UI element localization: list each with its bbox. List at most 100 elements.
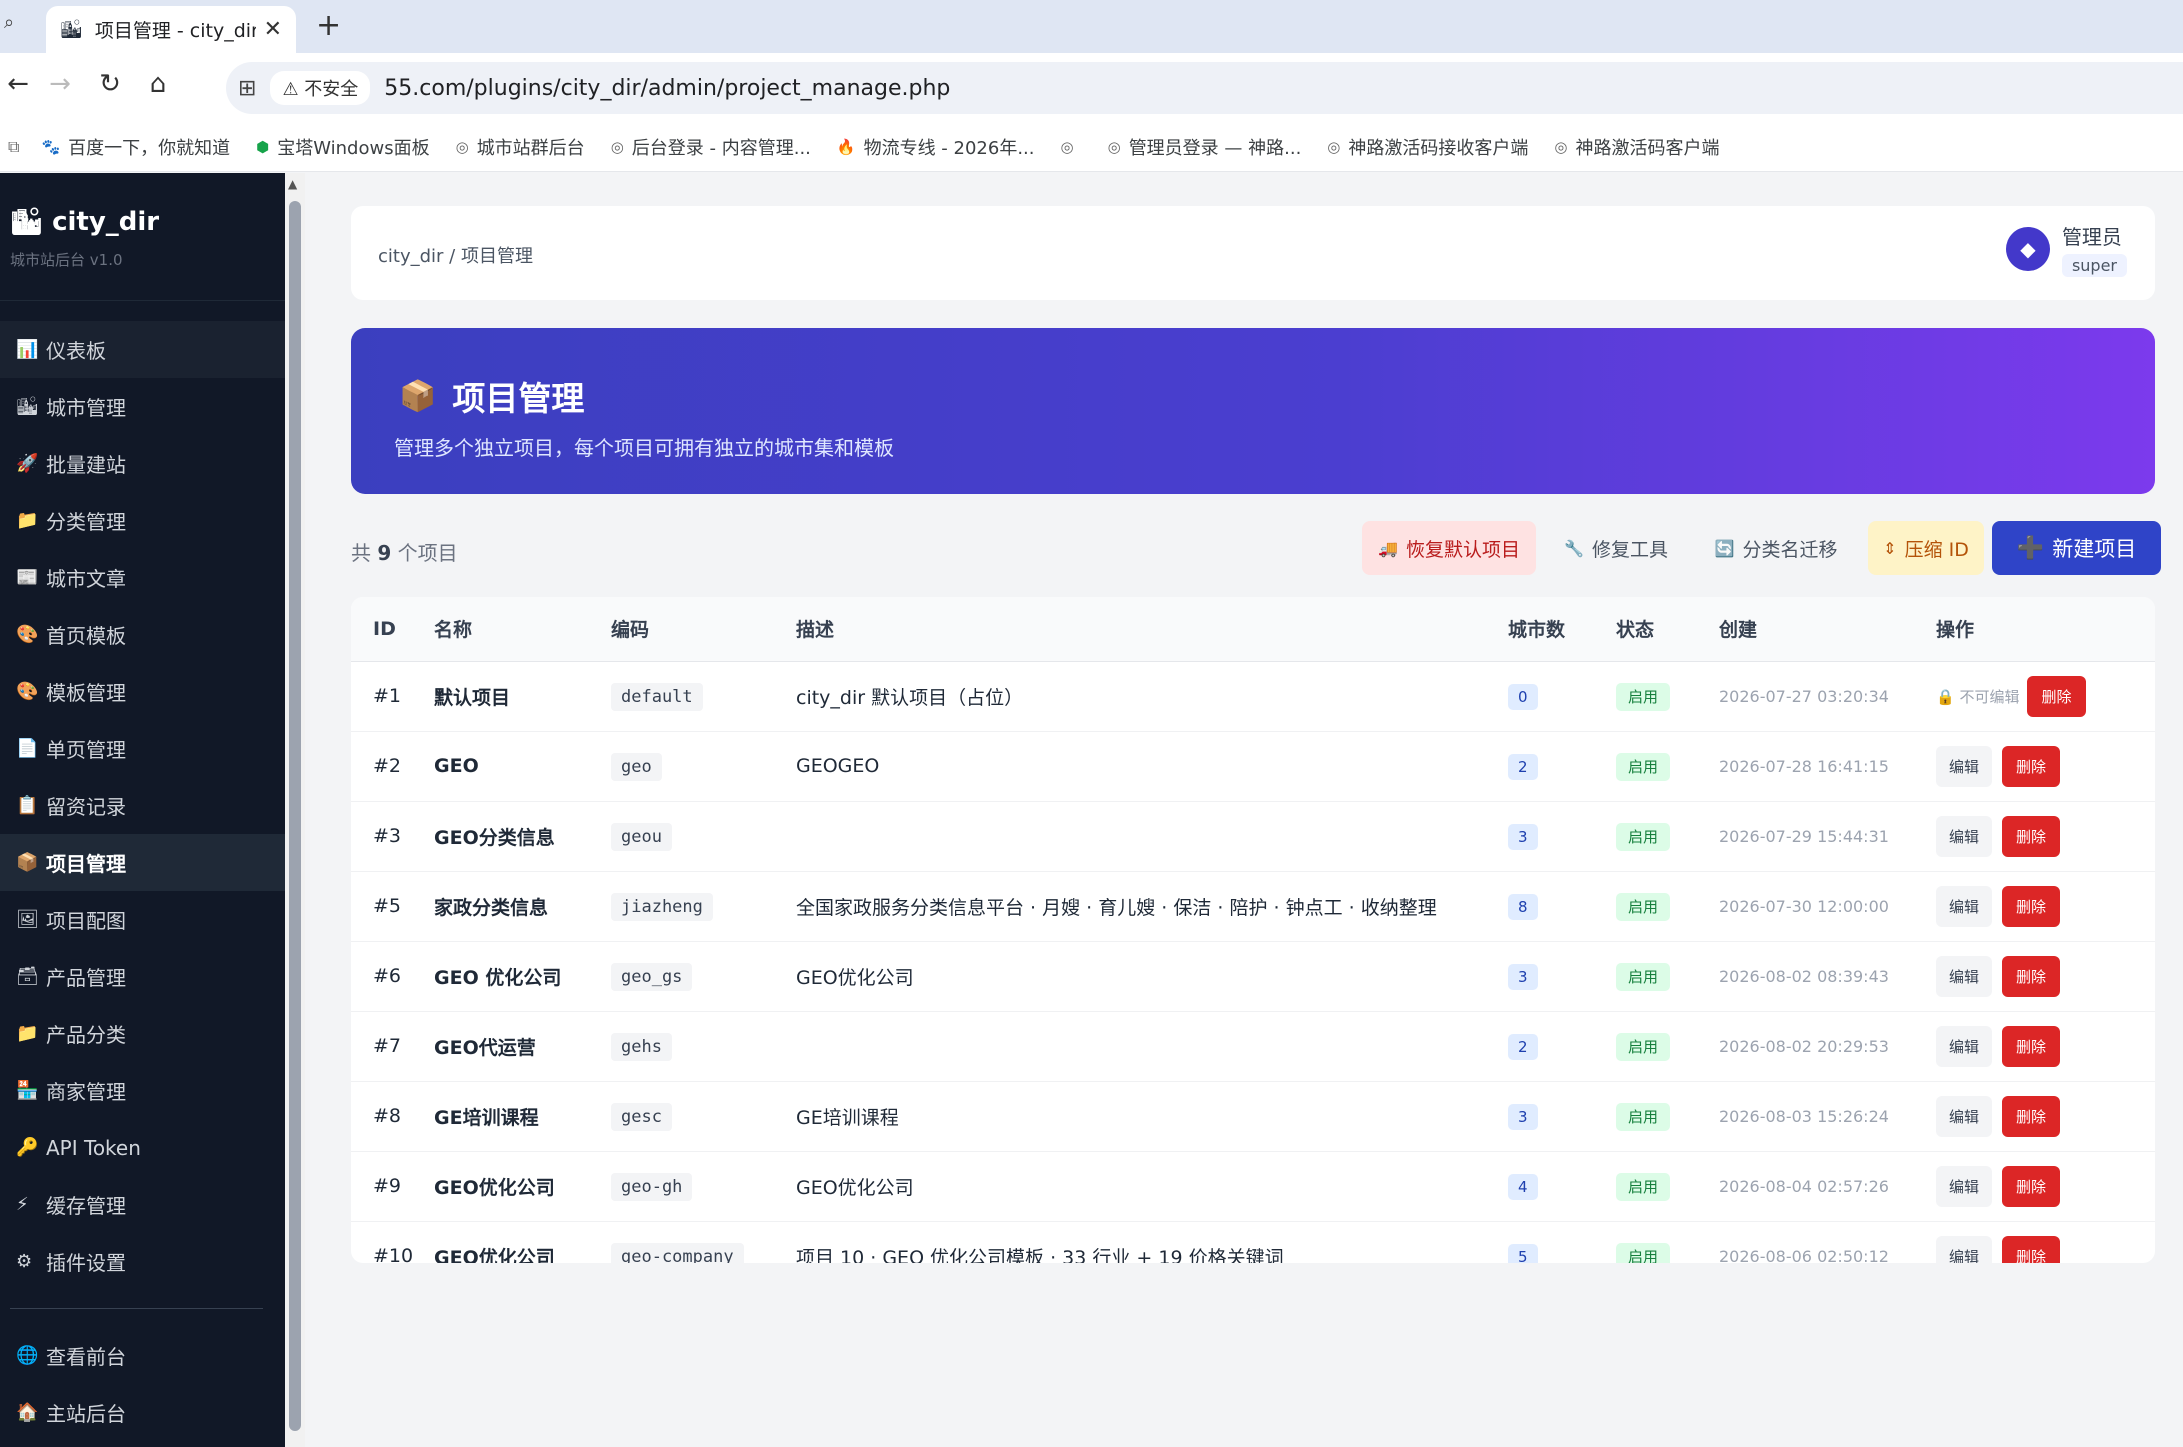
sidebar-item-home-template[interactable]: 🎨 首页模板 xyxy=(0,606,285,663)
insecure-label: 不安全 xyxy=(304,79,359,100)
edit-button[interactable]: 编辑 xyxy=(1936,1095,1993,1137)
cell-name: 默认项目 xyxy=(434,661,611,732)
bookmark-item[interactable]: 🔥 物流专线 - 2026年... xyxy=(837,134,1035,160)
cell-code: jiazheng xyxy=(611,893,713,921)
tab-search-icon[interactable]: ⌕ xyxy=(4,12,28,36)
sidebar-item-leads[interactable]: 📋 留资记录 xyxy=(0,777,285,834)
gear-icon: ⚙ xyxy=(16,1251,33,1272)
delete-button[interactable]: 删除 xyxy=(2002,745,2061,787)
globe-icon: ◎ xyxy=(1107,137,1121,156)
sidebar-item-templates[interactable]: 🎨 模板管理 xyxy=(0,663,285,720)
edit-button[interactable]: 编辑 xyxy=(1936,815,1993,857)
edit-button[interactable]: 编辑 xyxy=(1936,885,1993,927)
fix-tools-button[interactable]: 🔧 修复工具 xyxy=(1548,521,1684,575)
table-row: #7 GEO代运营 gehs 2 启用 2026-08-02 20:29:53 编辑 删除 xyxy=(351,1011,2155,1082)
delete-button[interactable]: 删除 xyxy=(2002,1095,2061,1137)
sidebar-item-cities[interactable]: 🏙 城市管理 xyxy=(0,378,285,435)
sidebar-item-dashboard[interactable]: 📊 仪表板 xyxy=(0,321,285,378)
sidebar-item-cache[interactable]: ⚡ 缓存管理 xyxy=(0,1176,285,1233)
sidebar-scrollbar[interactable]: ▲ xyxy=(285,173,305,1447)
sidebar-item-settings[interactable]: ⚙ 插件设置 xyxy=(0,1233,285,1290)
cell-created: 2026-07-30 12:00:00 xyxy=(1719,897,1889,916)
new-tab-icon[interactable]: + xyxy=(316,8,341,43)
restore-default-button[interactable]: 🚚 恢复默认项目 xyxy=(1362,521,1536,575)
avatar: ◆ xyxy=(2005,227,2050,271)
column-header: 描述 xyxy=(796,597,1508,662)
sidebar-item-articles[interactable]: 📰 城市文章 xyxy=(0,549,285,606)
cell-id: #3 xyxy=(351,801,434,872)
edit-button[interactable]: 编辑 xyxy=(1936,1235,1993,1263)
browser-tab[interactable]: 🏙 项目管理 - city_dir ✕ xyxy=(46,6,296,53)
compress-id-button[interactable]: ⇕ 压缩 ID xyxy=(1868,521,1984,575)
sidebar-item-project-images[interactable]: 🖼 项目配图 xyxy=(0,891,285,948)
scroll-up-icon[interactable]: ▲ xyxy=(288,177,297,191)
breadcrumb: city_dir / 项目管理 xyxy=(378,246,533,267)
bookmark-item[interactable]: ◎ 城市站群后台 xyxy=(456,134,585,160)
tab-groups-icon[interactable]: ⧉ xyxy=(8,137,19,157)
edit-button[interactable]: 编辑 xyxy=(1936,955,1993,997)
edit-button[interactable]: 编辑 xyxy=(1936,1165,1993,1207)
cell-code: geo xyxy=(611,753,662,781)
edit-button[interactable]: 编辑 xyxy=(1936,745,1993,787)
main-content: city_dir / 项目管理 ◆ 管理员 super 📦 项目管理 管理多个独立… xyxy=(305,173,2183,1447)
bookmark-item[interactable]: ◎ 后台登录 - 内容管理... xyxy=(611,134,811,160)
edit-button[interactable]: 编辑 xyxy=(1936,1025,1993,1067)
sidebar-item-api-token[interactable]: 🔑 API Token xyxy=(0,1119,285,1176)
cell-name: GE培训课程 xyxy=(434,1081,611,1152)
bookmark-item[interactable]: ⬢ 宝塔Windows面板 xyxy=(256,134,429,160)
cell-id: #1 xyxy=(351,661,434,732)
status-badge: 启用 xyxy=(1616,1033,1671,1061)
cell-code: gehs xyxy=(611,1033,672,1061)
city-count-badge: 0 xyxy=(1508,684,1538,710)
url-text[interactable]: 55.com/plugins/city_dir/admin/project_ma… xyxy=(384,76,950,101)
cell-description: GEO优化公司 xyxy=(796,1151,1508,1222)
admin-profile[interactable]: ◆ 管理员 super xyxy=(2005,221,2127,277)
home-icon[interactable]: ⌂ xyxy=(140,69,176,99)
category-migrate-button[interactable]: 🔄 分类名迁移 xyxy=(1696,521,1856,575)
bookmark-item[interactable]: ◎ 管理员登录 — 神路... xyxy=(1108,134,1302,160)
table-row: #5 家政分类信息 jiazheng 全国家政服务分类信息平台 · 月嫂 · 育儿嫂 … xyxy=(351,871,2155,942)
insecure-badge[interactable]: ⚠ 不安全 xyxy=(270,71,371,105)
close-tab-icon[interactable]: ✕ xyxy=(264,17,282,42)
cell-code: default xyxy=(611,683,703,711)
site-controls-icon[interactable]: ⊞ xyxy=(238,76,256,101)
delete-button[interactable]: 删除 xyxy=(2002,1165,2061,1207)
forward-icon[interactable]: → xyxy=(42,69,78,99)
sidebar-item-batch-build[interactable]: 🚀 批量建站 xyxy=(0,435,285,492)
sidebar-item-pages[interactable]: 📄 单页管理 xyxy=(0,720,285,777)
sidebar-item-categories[interactable]: 📁 分类管理 xyxy=(0,492,285,549)
browser-tabstrip: ⌕ 🏙 项目管理 - city_dir ✕ + xyxy=(0,0,2183,53)
folder-icon: 📁 xyxy=(16,1023,39,1044)
delete-button[interactable]: 删除 xyxy=(2002,1235,2061,1263)
bookmark-item[interactable]: ◎ 神路激活码客户端 xyxy=(1554,134,1719,160)
new-project-button[interactable]: ➕ 新建项目 xyxy=(1992,521,2161,575)
button-label: 新建项目 xyxy=(2052,537,2137,561)
sidebar-item-label: 商家管理 xyxy=(46,1080,126,1104)
delete-button[interactable]: 删除 xyxy=(2002,1025,2061,1067)
brand-name[interactable]: 🏙 city_dir xyxy=(10,207,275,237)
browser-toolbar: ← → ↻ ⌂ ⊞ ⚠ 不安全 55.com/plugins/city_dir/… xyxy=(0,53,2183,122)
truck-icon: 🚚 xyxy=(1378,538,1398,558)
delete-button[interactable]: 删除 xyxy=(2002,815,2061,857)
delete-button[interactable]: 删除 xyxy=(2002,955,2061,997)
reload-icon[interactable]: ↻ xyxy=(92,69,128,99)
address-bar[interactable]: ⊞ ⚠ 不安全 55.com/plugins/city_dir/admin/pr… xyxy=(226,62,2183,114)
sidebar-item-view-frontend[interactable]: 🌐 查看前台 xyxy=(0,1327,285,1384)
bookmark-item[interactable]: ◎ xyxy=(1061,138,1082,156)
bookmark-item[interactable]: 🐾 百度一下，你就知道 xyxy=(41,134,230,160)
sidebar-item-main-admin[interactable]: 🏠 主站后台 xyxy=(0,1384,285,1441)
sidebar-item-label: 批量建站 xyxy=(46,453,126,477)
delete-button[interactable]: 删除 xyxy=(2002,885,2061,927)
bookmark-item[interactable]: ◎ 神路激活码接收客户端 xyxy=(1327,134,1528,160)
city-icon: 🏙 xyxy=(10,207,53,237)
back-icon[interactable]: ← xyxy=(0,69,36,99)
table-row: #9 GEO优化公司 geo-gh GEO优化公司 4 启用 2026-08-04 02:5… xyxy=(351,1151,2155,1222)
sidebar-item-product-categories[interactable]: 📁 产品分类 xyxy=(0,1005,285,1062)
sidebar-item-projects[interactable]: 📦 项目管理 xyxy=(0,834,285,891)
projects-table: ID 名称 编码 描述 城市数 状态 创建 操作 #1 默认项目 default ci… xyxy=(351,597,2155,1263)
scrollbar-thumb[interactable] xyxy=(289,201,301,1431)
bookmark-label: 城市站群后台 xyxy=(476,137,585,159)
sidebar-item-merchants[interactable]: 🏪 商家管理 xyxy=(0,1062,285,1119)
delete-button[interactable]: 删除 xyxy=(2027,675,2086,717)
sidebar-item-products[interactable]: 🗃 产品管理 xyxy=(0,948,285,1005)
